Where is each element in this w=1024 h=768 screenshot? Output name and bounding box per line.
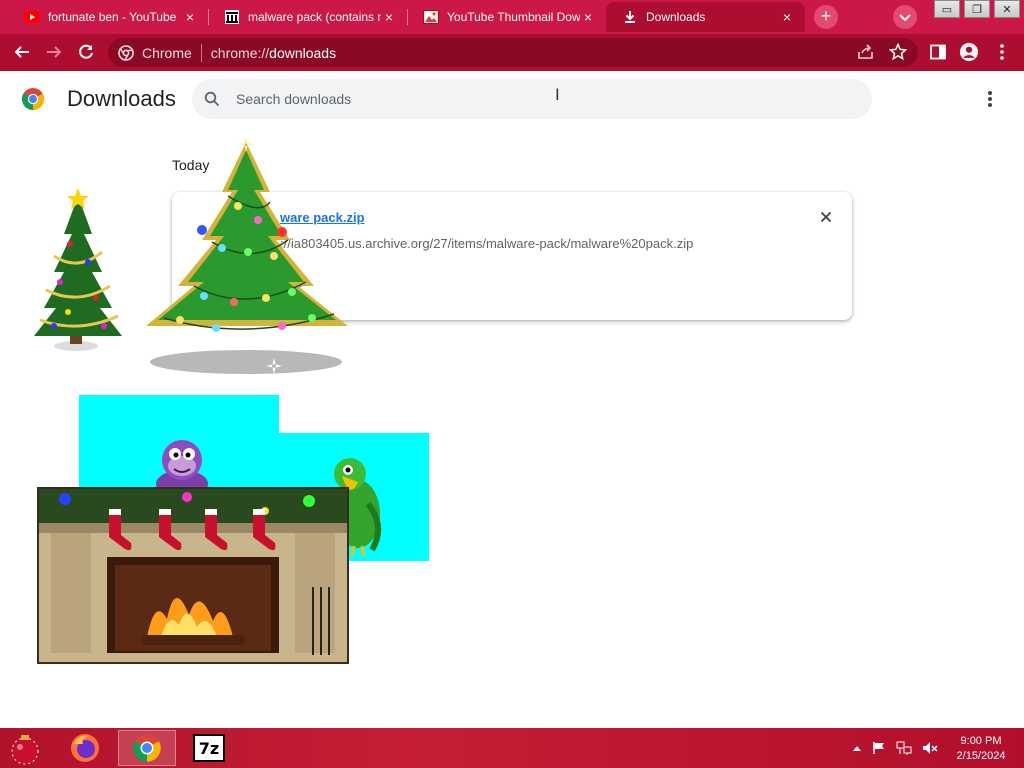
search-box[interactable] — [192, 79, 872, 119]
chevron-up-icon[interactable] — [852, 744, 862, 752]
restore-button[interactable]: ❐ — [964, 0, 990, 18]
window-controls: ▭ ❐ ✕ — [934, 0, 1020, 18]
bookmark-button[interactable] — [888, 42, 908, 62]
chrome-logo-icon — [22, 88, 44, 110]
firefox-icon — [71, 734, 99, 762]
side-panel-button[interactable] — [928, 42, 948, 62]
omnibox-divider — [200, 43, 202, 62]
taskbar: 7z 9:00 PM 2/15/2024 — [0, 728, 1024, 768]
image-icon — [423, 9, 439, 25]
tab-title: malware pack (contains malware) — [248, 10, 381, 24]
side-panel-icon — [930, 44, 946, 60]
christmas-ornament-start-icon[interactable] — [8, 732, 42, 766]
clock-time: 9:00 PM — [960, 735, 1002, 747]
purple-gorilla-icon — [156, 440, 208, 494]
taskbar-chrome[interactable] — [118, 730, 176, 766]
browser-menu-button[interactable] — [992, 42, 1012, 62]
star-icon — [889, 43, 907, 61]
remove-download-icon[interactable] — [818, 209, 834, 225]
tab-title: Downloads — [646, 10, 706, 24]
youtube-icon — [24, 9, 40, 25]
tab-title: YouTube Thumbnail Downloader — [447, 10, 580, 24]
tab-close-icon[interactable]: × — [779, 9, 795, 25]
tab-close-icon[interactable]: × — [580, 9, 596, 25]
chrome-icon — [118, 44, 134, 61]
tab-close-icon[interactable]: × — [381, 9, 397, 25]
clock-date: 2/15/2024 — [956, 750, 1006, 762]
share-button[interactable] — [856, 42, 876, 62]
taskbar-firefox[interactable] — [56, 730, 114, 766]
taskbar-7zip[interactable]: 7z — [180, 730, 238, 766]
site-chip[interactable]: Chrome — [108, 45, 192, 61]
tab-strip: fortunate ben - YouTube × malware pack (… — [0, 0, 1024, 34]
profile-button[interactable] — [959, 42, 979, 62]
back-button[interactable] — [12, 42, 32, 62]
small-christmas-tree-icon — [34, 188, 122, 351]
url-text: chrome://downloads — [211, 45, 336, 61]
7zip-label: 7z — [198, 738, 220, 758]
site-chip-label: Chrome — [142, 44, 192, 61]
volume-muted-icon[interactable] — [922, 741, 938, 755]
page-title: Downloads — [67, 86, 176, 111]
avatar-icon — [959, 42, 979, 62]
forward-button[interactable] — [44, 42, 64, 62]
7zip-icon: 7z — [193, 734, 225, 762]
download-icon — [622, 9, 638, 25]
flag-icon[interactable] — [872, 741, 886, 755]
reload-icon — [79, 44, 93, 59]
arrow-left-icon — [14, 46, 29, 58]
minimize-button[interactable]: ▭ — [934, 0, 960, 18]
system-tray — [852, 728, 938, 768]
share-icon — [858, 44, 873, 59]
archive-org-icon — [224, 9, 240, 25]
new-tab-button[interactable]: + — [814, 5, 838, 29]
search-input[interactable] — [236, 91, 836, 107]
downloads-menu-button[interactable] — [981, 89, 999, 109]
tab-title: fortunate ben - YouTube — [48, 10, 177, 24]
more-vert-icon — [1000, 44, 1004, 60]
address-bar[interactable]: Chrome chrome://downloads — [108, 38, 918, 67]
reload-button[interactable] — [76, 42, 96, 62]
tab-downloads[interactable]: Downloads × — [606, 2, 805, 32]
network-icon[interactable] — [896, 741, 912, 755]
browser-toolbar: Chrome chrome://downloads — [0, 34, 1024, 71]
fireplace-icon — [37, 487, 349, 664]
big-christmas-tree-icon — [146, 136, 348, 374]
tab-search-button[interactable] — [893, 5, 917, 29]
close-window-button[interactable]: ✕ — [994, 0, 1020, 18]
arrow-right-icon — [47, 46, 62, 58]
taskbar-clock[interactable]: 9:00 PM 2/15/2024 — [948, 734, 1014, 764]
chevron-down-icon — [899, 14, 911, 22]
url-host: downloads — [269, 44, 337, 61]
text-cursor-icon: I — [555, 85, 560, 104]
chrome-icon — [133, 734, 161, 762]
url-scheme: chrome:// — [210, 44, 270, 61]
tab-malware-pack[interactable]: malware pack (contains malware) × — [208, 2, 407, 32]
tab-thumbnail-downloader[interactable]: YouTube Thumbnail Downloader × — [407, 2, 606, 32]
tab-close-icon[interactable]: × — [182, 9, 198, 25]
search-icon — [204, 91, 220, 107]
tab-youtube[interactable]: fortunate ben - YouTube × — [8, 2, 208, 32]
